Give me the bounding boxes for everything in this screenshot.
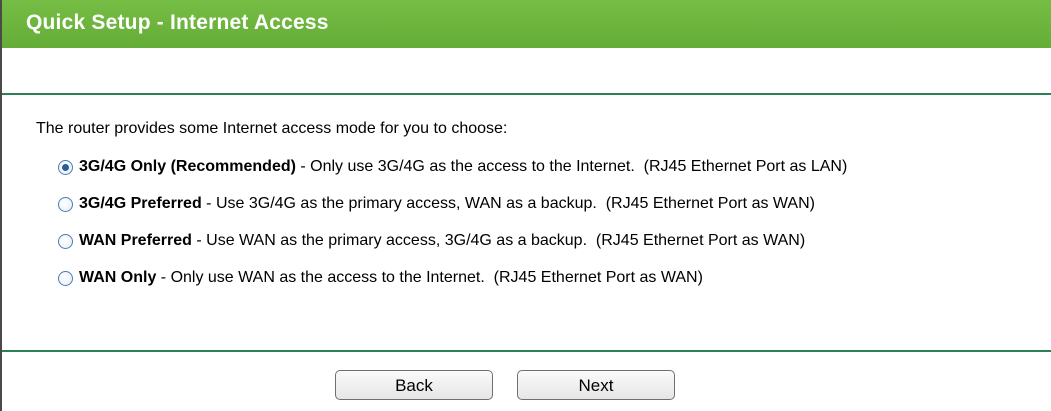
- access-mode-options: 3G/4G Only (Recommended) - Only use 3G/4…: [58, 157, 847, 305]
- quick-setup-panel: Quick Setup - Internet Access The router…: [0, 0, 1051, 411]
- option-name: WAN Only: [79, 269, 157, 286]
- option-wan-only[interactable]: WAN Only - Only use WAN as the access to…: [58, 268, 847, 288]
- option-3g4g-preferred[interactable]: 3G/4G Preferred - Use 3G/4G as the prima…: [58, 194, 847, 214]
- next-button[interactable]: Next: [517, 370, 675, 400]
- option-name: 3G/4G Preferred: [79, 195, 202, 212]
- button-row: Back Next: [335, 370, 675, 400]
- option-description: - Only use 3G/4G as the access to the In…: [295, 158, 848, 175]
- radio-wan-preferred[interactable]: [58, 233, 73, 249]
- option-3g4g-only[interactable]: 3G/4G Only (Recommended) - Only use 3G/4…: [58, 157, 847, 177]
- back-button[interactable]: Back: [335, 370, 493, 400]
- option-description: - Only use WAN as the access to the Inte…: [156, 269, 703, 286]
- radio-wan-only[interactable]: [58, 270, 73, 286]
- radio-3g4g-preferred[interactable]: [58, 196, 73, 212]
- option-name: 3G/4G Only (Recommended): [79, 158, 296, 175]
- option-name: WAN Preferred: [79, 232, 192, 249]
- bottom-divider: [2, 350, 1051, 352]
- top-divider: [2, 93, 1051, 95]
- intro-text: The router provides some Internet access…: [36, 120, 508, 137]
- radio-3g4g-only[interactable]: [58, 159, 73, 175]
- option-wan-preferred[interactable]: WAN Preferred - Use WAN as the primary a…: [58, 231, 847, 251]
- option-description: - Use WAN as the primary access, 3G/4G a…: [191, 232, 806, 249]
- option-description: - Use 3G/4G as the primary access, WAN a…: [201, 195, 815, 212]
- page-title: Quick Setup - Internet Access: [2, 0, 1051, 48]
